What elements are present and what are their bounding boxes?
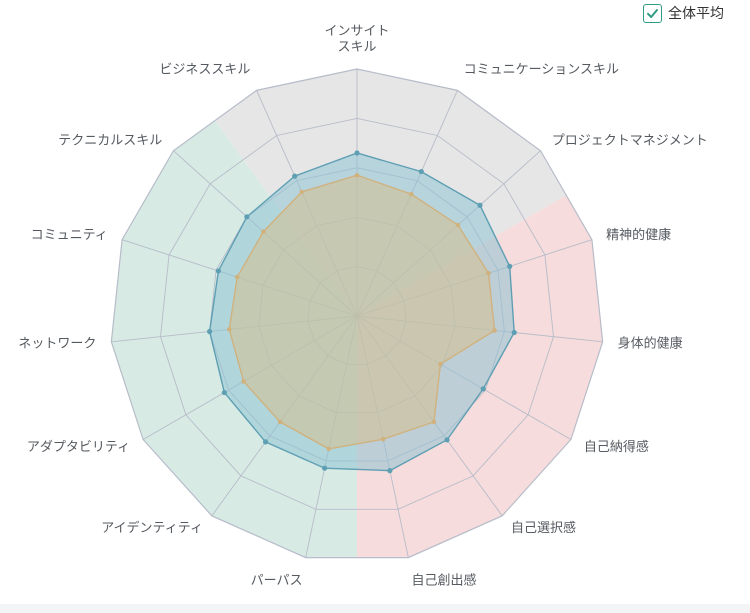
series-overall-average-point-5 xyxy=(438,361,443,367)
legend-checkbox[interactable] xyxy=(643,3,662,23)
series-main-point-6 xyxy=(444,437,450,443)
axis-label-8: パーパス xyxy=(251,573,303,588)
axis-label-line: 自己創出感 xyxy=(411,572,476,588)
series-overall-average-point-7 xyxy=(380,436,386,442)
check-icon xyxy=(647,8,658,18)
series-main-point-0 xyxy=(354,150,360,156)
legend-label: 全体平均 xyxy=(668,6,724,22)
legend-toggle-overall-average[interactable]: 全体平均 xyxy=(643,3,724,23)
series-main-point-9 xyxy=(262,439,269,445)
series-main-point-3 xyxy=(507,263,513,269)
axis-label-13: テクニカルスキル xyxy=(58,134,162,149)
radar-chart: インサイトスキルコミュニケーションスキルプロジェクトマネジメント精神的健康身体的… xyxy=(18,24,708,588)
series-main-point-10 xyxy=(221,389,227,396)
series-overall-average-point-3 xyxy=(486,270,491,276)
series-main-point-7 xyxy=(387,468,393,474)
series-overall-average-point-13 xyxy=(261,229,266,235)
axis-label-11: ネットワーク xyxy=(18,336,96,351)
series-main-point-8 xyxy=(322,465,328,471)
axis-label-line: ビジネススキル xyxy=(159,63,250,78)
series-overall-average-point-8 xyxy=(326,446,332,452)
series-main-point-14 xyxy=(292,173,298,179)
axis-label-5: 自己納得感 xyxy=(584,439,649,455)
axis-label-line: コミュニティ xyxy=(31,228,108,243)
series-main-point-5 xyxy=(480,386,486,392)
axis-label-6: 自己選択感 xyxy=(511,520,576,536)
series-overall-average-point-2 xyxy=(455,222,461,228)
axis-label-4: 身体的健康 xyxy=(618,335,683,351)
axis-label-line: 身体的健康 xyxy=(618,335,683,351)
series-overall-average-point-14 xyxy=(299,189,305,195)
series-overall-average-point-11 xyxy=(226,327,232,332)
axis-label-12: コミュニティ xyxy=(31,228,108,243)
axis-label-line: 自己納得感 xyxy=(584,439,649,455)
bottom-divider xyxy=(0,604,750,613)
axis-label-1: コミュニケーションスキル xyxy=(464,63,619,78)
series-main-point-2 xyxy=(477,202,483,208)
axis-label-line: パーパス xyxy=(251,573,303,588)
axis-label-10: アダプタビリティ xyxy=(27,440,130,455)
axis-label-line: アダプタビリティ xyxy=(27,440,130,455)
axis-label-line: インサイト xyxy=(324,24,389,39)
axis-label-line: 自己選択感 xyxy=(511,520,576,536)
series-overall-average-point-0 xyxy=(354,172,360,178)
series-overall-average-point-10 xyxy=(241,379,246,384)
series-main-point-11 xyxy=(207,328,213,335)
series-main-point-12 xyxy=(215,268,222,274)
axis-label-line: スキル xyxy=(337,40,376,55)
series-overall-average-point-9 xyxy=(277,419,283,425)
axis-label-14: ビジネススキル xyxy=(159,63,250,78)
axis-label-3: 精神的健康 xyxy=(606,227,671,243)
series-overall-average-point-4 xyxy=(492,328,497,333)
axis-label-line: ネットワーク xyxy=(18,336,96,351)
axis-label-9: アイデンティティ xyxy=(101,520,203,536)
axis-label-0: インサイトスキル xyxy=(324,24,389,55)
axis-label-line: テクニカルスキル xyxy=(58,134,162,149)
series-overall-average-point-6 xyxy=(431,419,437,425)
axis-label-7: 自己創出感 xyxy=(411,572,476,588)
axis-label-2: プロジェクトマネジメント xyxy=(552,134,708,149)
axis-label-line: コミュニケーションスキル xyxy=(464,63,619,78)
series-main-point-4 xyxy=(511,329,517,336)
series-overall-average-point-12 xyxy=(234,274,240,280)
series-main-point-13 xyxy=(244,214,250,220)
series-main-point-1 xyxy=(418,168,424,175)
series-overall-average-point-1 xyxy=(408,191,414,197)
axis-label-line: アイデンティティ xyxy=(101,520,203,536)
axis-label-line: プロジェクトマネジメント xyxy=(552,134,708,149)
axis-label-line: 精神的健康 xyxy=(606,227,671,243)
